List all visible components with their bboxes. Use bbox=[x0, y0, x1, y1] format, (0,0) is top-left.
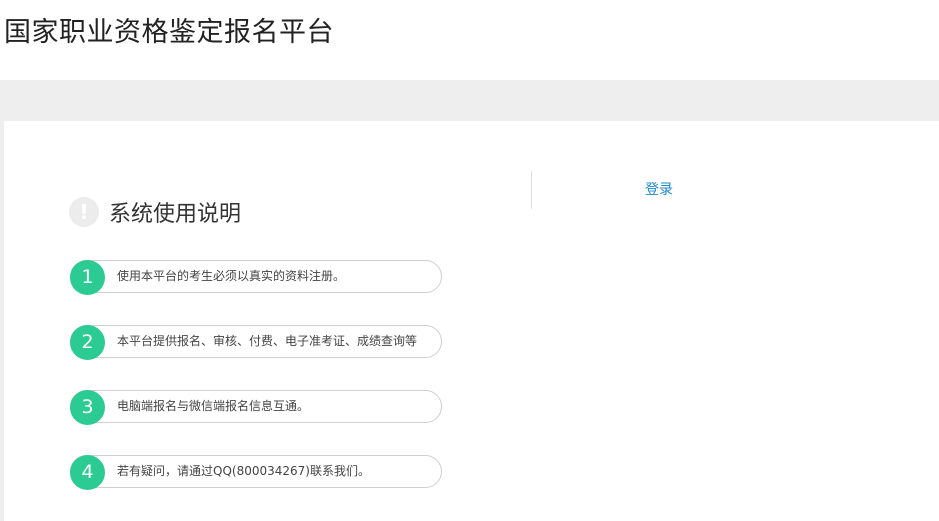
step-text: 本平台提供报名、审核、付费、电子准考证、成绩查询等 bbox=[117, 334, 418, 348]
step-number-badge: 1 bbox=[70, 260, 105, 295]
notice-title: 系统使用说明 bbox=[109, 202, 242, 227]
main-card: ! 系统使用说明 1 使用本平台的考生必须以真实的资料注册。 2 本平台提供报名… bbox=[4, 121, 939, 521]
site-header: 国家职业资格鉴定报名平台 bbox=[0, 0, 939, 80]
login-link[interactable]: 登录 bbox=[645, 179, 673, 199]
step-text: 电脑端报名与微信端报名信息互通。 bbox=[117, 399, 310, 413]
notice-heading: ! 系统使用说明 bbox=[69, 195, 241, 229]
instruction-step-1: 1 使用本平台的考生必须以真实的资料注册。 bbox=[70, 260, 442, 295]
info-icon: ! bbox=[69, 197, 99, 227]
step-number-badge: 2 bbox=[70, 325, 105, 360]
instruction-step-4: 4 若有疑问，请通过QQ(800034267)联系我们。 bbox=[70, 455, 442, 490]
step-text: 使用本平台的考生必须以真实的资料注册。 bbox=[117, 269, 346, 283]
step-number-badge: 4 bbox=[70, 455, 105, 490]
step-number-badge: 3 bbox=[70, 390, 105, 425]
site-title: 国家职业资格鉴定报名平台 bbox=[4, 17, 334, 48]
step-text: 若有疑问，请通过QQ(800034267)联系我们。 bbox=[117, 464, 370, 478]
instruction-step-2: 2 本平台提供报名、审核、付费、电子准考证、成绩查询等 bbox=[70, 325, 442, 360]
vertical-divider bbox=[531, 171, 532, 209]
instruction-step-3: 3 电脑端报名与微信端报名信息互通。 bbox=[70, 390, 442, 425]
